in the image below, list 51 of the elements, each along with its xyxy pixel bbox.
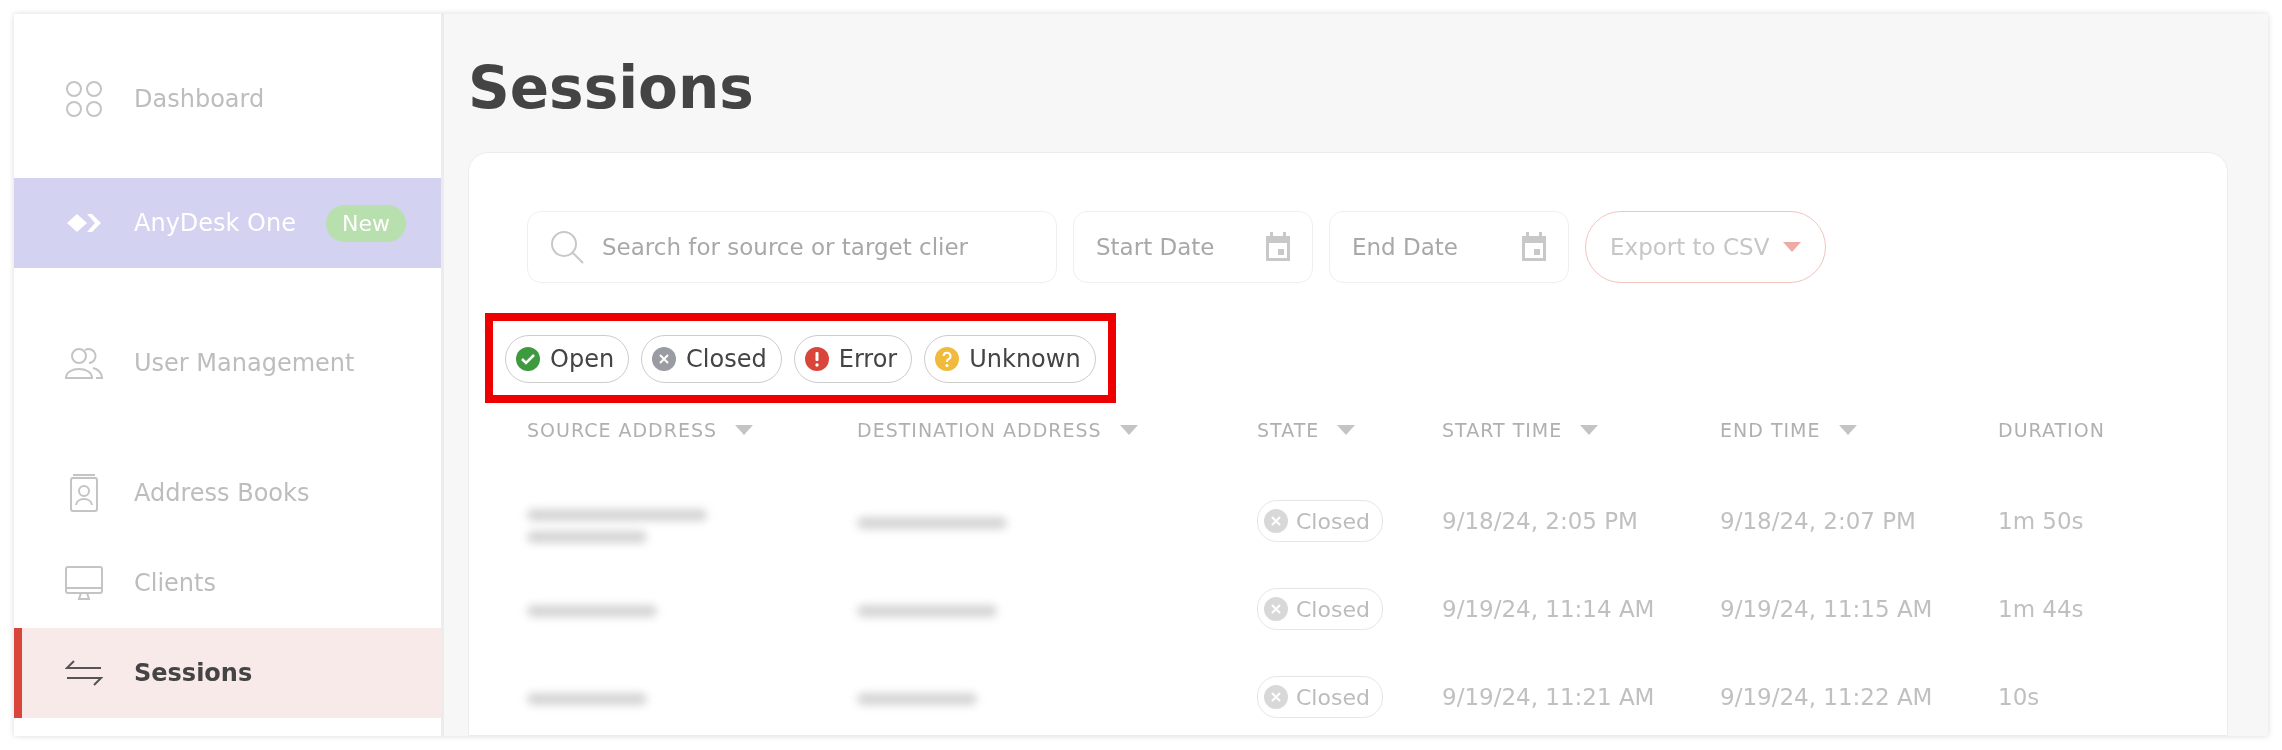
- column-header[interactable]: DURATION: [1998, 419, 2105, 441]
- table-cell: 9/19/24, 11:15 AM: [1720, 596, 1933, 622]
- grid-icon: [65, 80, 103, 118]
- search-icon: [549, 229, 585, 265]
- column-header[interactable]: SOURCE ADDRESS: [527, 419, 754, 441]
- sort-caret-icon: [1838, 425, 1857, 435]
- state-chip: Closed: [1257, 500, 1383, 542]
- table-cell: 9/19/24, 11:22 AM: [1720, 684, 1933, 710]
- cross-icon: [1264, 509, 1288, 533]
- export-button[interactable]: Export to CSV: [1585, 211, 1827, 283]
- sidebar-item[interactable]: Clients: [14, 538, 441, 628]
- column-header[interactable]: STATE: [1257, 419, 1356, 441]
- table-cell: 9/19/24, 11:21 AM: [1442, 684, 1655, 710]
- sort-caret-icon: [1337, 425, 1356, 435]
- table-cell: 9/18/24, 2:07 PM: [1720, 508, 1916, 534]
- table-cell: 1m 44s: [1998, 596, 2084, 622]
- state-chip: Closed: [1257, 676, 1383, 718]
- state-filter-chip[interactable]: Open: [505, 335, 630, 383]
- state-filter-chip[interactable]: Error: [793, 335, 913, 383]
- cross-icon: [1264, 685, 1288, 709]
- state-filter-chip[interactable]: Unknown: [924, 335, 1096, 383]
- sidebar-item[interactable]: User Management: [14, 318, 441, 408]
- table-cell: 9/19/24, 11:14 AM: [1442, 596, 1655, 622]
- monitor-icon: [65, 566, 103, 600]
- swap-arrows-icon: [65, 659, 103, 687]
- end-date-field[interactable]: End Date: [1329, 211, 1569, 283]
- column-header[interactable]: END TIME: [1720, 419, 1857, 441]
- chevrons-icon: [65, 211, 103, 235]
- users-icon: [65, 346, 103, 380]
- sidebar-item[interactable]: Dashboard: [14, 54, 441, 144]
- sort-caret-icon: [735, 425, 754, 435]
- calendar-icon: [1521, 232, 1547, 262]
- search-field[interactable]: Search for source or target clier: [527, 211, 1057, 283]
- page-title: Sessions: [468, 54, 755, 122]
- cross-icon: [1264, 597, 1288, 621]
- sort-caret-icon: [1119, 425, 1138, 435]
- contact-book-icon: [69, 474, 99, 512]
- state-filter-chip[interactable]: Closed: [641, 335, 782, 383]
- caret-icon: [1783, 242, 1802, 252]
- sort-caret-icon: [1580, 425, 1599, 435]
- table-cell: 9/18/24, 2:05 PM: [1442, 508, 1638, 534]
- column-header[interactable]: DESTINATION ADDRESS: [857, 419, 1138, 441]
- sidebar-item[interactable]: Address Books: [14, 448, 441, 538]
- new-badge: New: [326, 204, 406, 242]
- start-date-field[interactable]: Start Date: [1073, 211, 1313, 283]
- column-header[interactable]: START TIME: [1442, 419, 1599, 441]
- table-cell: 1m 50s: [1998, 508, 2084, 534]
- sidebar-item[interactable]: Sessions: [14, 628, 441, 718]
- table-cell: 10s: [1998, 684, 2040, 710]
- calendar-icon: [1265, 232, 1291, 262]
- state-chip: Closed: [1257, 588, 1383, 630]
